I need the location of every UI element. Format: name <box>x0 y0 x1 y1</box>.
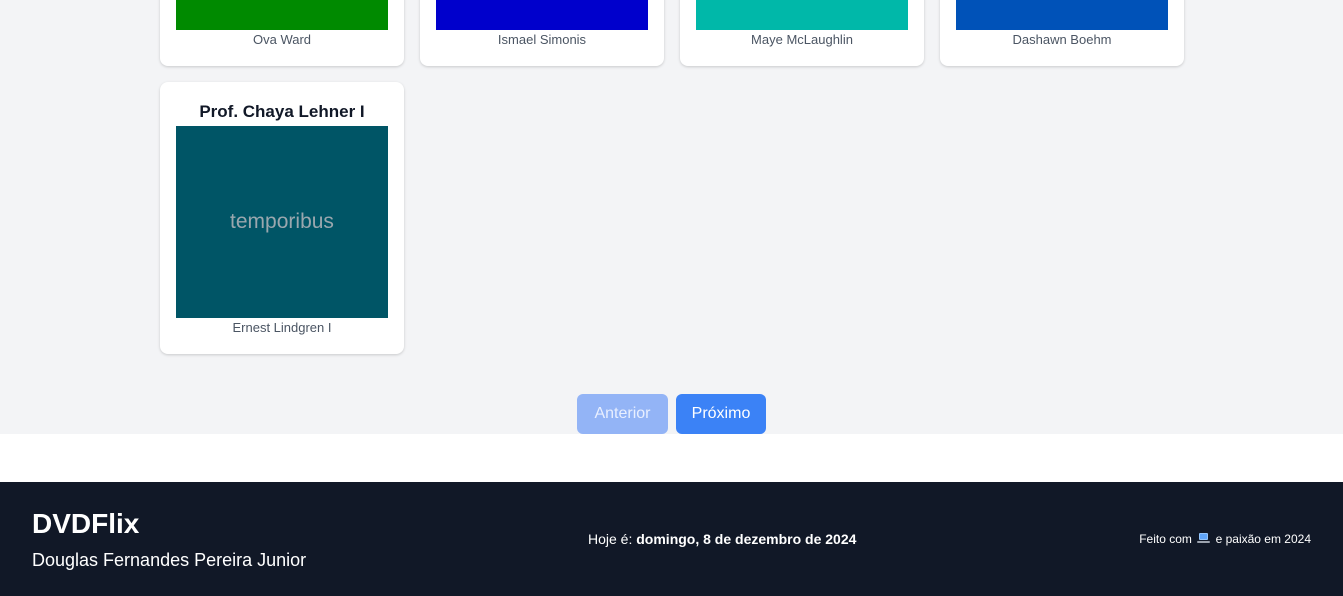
dvd-cover <box>176 0 388 30</box>
dvd-author: Ova Ward <box>252 32 312 47</box>
dvd-title: Prof. Chaya Lehner I <box>199 102 365 121</box>
today-prefix: Hoje é: <box>588 531 633 547</box>
today-date: domingo, 8 de dezembro de 2024 <box>636 531 857 547</box>
dvd-card[interactable]: Ova Ward <box>160 0 404 66</box>
site-footer: DVDFlix Douglas Fernandes Pereira Junior… <box>0 482 1343 596</box>
credit-suffix: e paixão em 2024 <box>1215 532 1311 546</box>
dvd-author: Dashawn Boehm <box>1012 32 1112 47</box>
laptop-icon <box>1197 533 1211 544</box>
dvd-card[interactable]: Maye McLaughlin <box>680 0 924 66</box>
dvd-card[interactable]: Dashawn Boehm <box>940 0 1184 66</box>
next-page-button[interactable]: Próximo <box>676 394 766 434</box>
dvd-author: Ernest Lindgren I <box>232 320 332 335</box>
footer-owner: Douglas Fernandes Pereira Junior <box>32 550 307 570</box>
dvd-cover: temporibus <box>176 126 388 318</box>
dvd-author: Ismael Simonis <box>497 32 587 47</box>
dvd-author: Maye McLaughlin <box>751 32 853 47</box>
footer-brand: DVDFlix <box>32 508 140 539</box>
dvd-card[interactable]: Ismael Simonis <box>420 0 664 66</box>
previous-page-button[interactable]: Anterior <box>577 394 668 434</box>
dvd-cover <box>436 0 648 30</box>
dvd-card-featured[interactable]: Prof. Chaya Lehner I temporibus Ernest L… <box>160 82 404 354</box>
footer-credit: Feito com e paixão em 2024 <box>1139 532 1311 546</box>
dvd-cover-text: temporibus <box>230 210 334 233</box>
credit-prefix: Feito com <box>1139 532 1192 546</box>
dvd-cover <box>696 0 908 30</box>
content-area: Ova Ward Ismael Simonis Maye McLaughlin … <box>0 0 1343 434</box>
dvd-cover <box>956 0 1168 30</box>
page-bottom-spacer <box>0 434 1343 482</box>
footer-today: Hoje é: domingo, 8 de dezembro de 2024 <box>588 531 856 547</box>
